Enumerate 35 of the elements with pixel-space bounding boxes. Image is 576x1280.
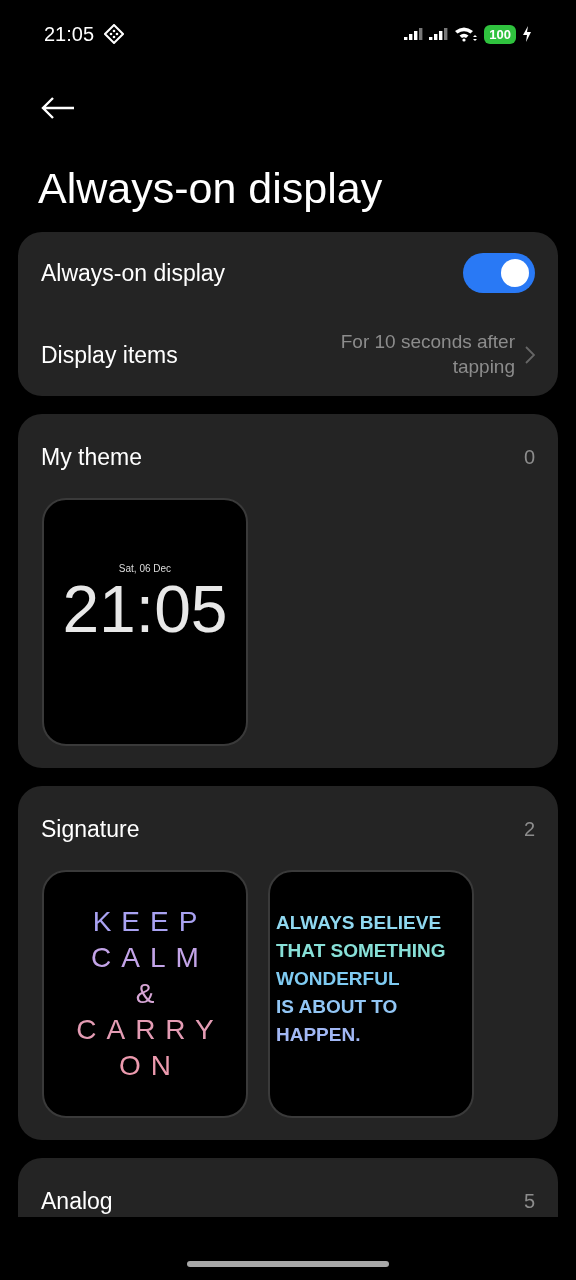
chevron-icon (525, 346, 535, 364)
preview-text: HAPPEN. (276, 1023, 361, 1047)
diamond-icon (104, 24, 125, 44)
theme-count: 5 (523, 1189, 535, 1213)
preview-text: ON (119, 1052, 181, 1080)
back-button[interactable] (40, 96, 76, 120)
toggle-switch[interactable] (463, 253, 535, 293)
preview-clock: 21:05 (62, 575, 228, 642)
section-title: Signature (41, 815, 141, 843)
preview-text: & (135, 980, 165, 1008)
theme-count: 2 (523, 817, 535, 841)
preview-text: CARRY (76, 1016, 224, 1044)
bolt-icon (522, 26, 532, 42)
preview-text: KEEP (92, 908, 208, 936)
theme-preview[interactable]: ALWAYS BELIEVE THAT SOMETHING WONDERFUL IS ABOUT TO HAPPEN. (268, 870, 474, 1118)
setting-label: Always-on display (41, 259, 227, 287)
signal-icon (404, 28, 424, 40)
setting-label: Display items (41, 341, 179, 369)
preview-text: WONDERFUL (276, 967, 400, 991)
section-title: Analog (41, 1187, 114, 1215)
preview-text: ALWAYS BELIEVE (276, 911, 442, 935)
section-title: My theme (41, 443, 143, 471)
preview-text: THAT SOMETHING (276, 939, 446, 963)
signal-icon (429, 28, 449, 40)
theme-preview[interactable]: Sat, 06 Dec 21:05 (42, 498, 248, 746)
theme-count: 0 (523, 445, 535, 469)
setting-value: For 10 seconds after tapping (339, 330, 515, 379)
page-title: Always-on display (37, 163, 384, 214)
preview-date: Sat, 06 Dec (118, 562, 172, 574)
theme-preview[interactable]: KEEP CALM & CARRY ON (42, 870, 248, 1118)
battery-level: 100 (484, 24, 516, 44)
preview-text: CALM (91, 944, 209, 972)
status-time: 21:05 (44, 22, 95, 46)
preview-text: IS ABOUT TO (276, 995, 398, 1019)
wifi-icon (454, 26, 479, 42)
